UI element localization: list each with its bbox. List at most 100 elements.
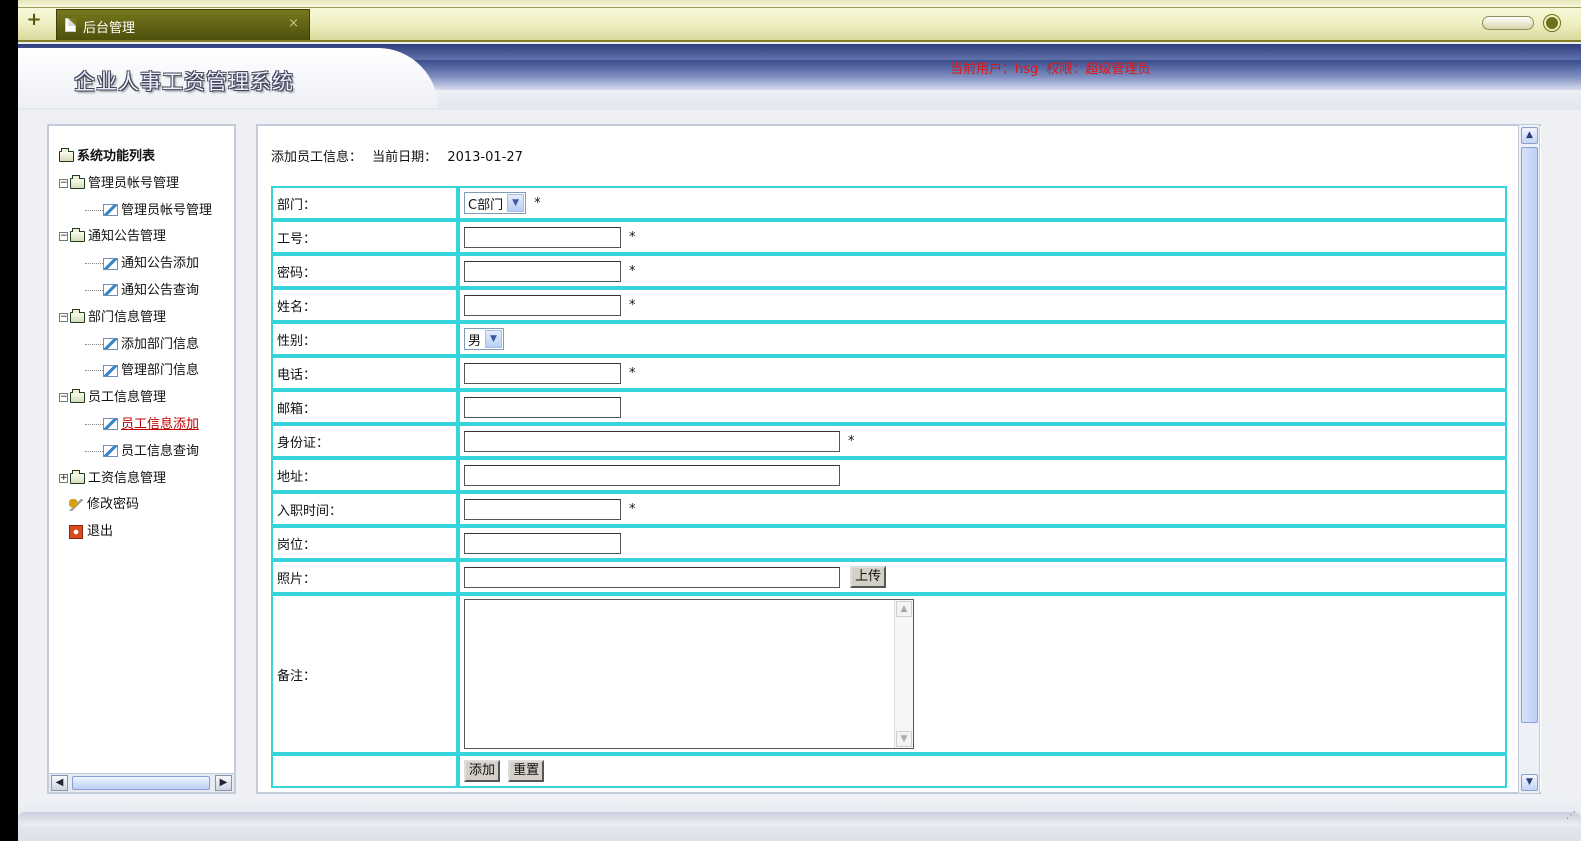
form-row-phone: 电话： *: [271, 356, 1507, 390]
exit-icon: [69, 524, 83, 539]
collapse-icon[interactable]: −: [59, 178, 68, 188]
photo-path-input[interactable]: [464, 566, 840, 588]
phone-input[interactable]: [464, 362, 621, 384]
emp-no-label: 工号：: [271, 220, 458, 254]
tree-item-add-department[interactable]: 添加部门信息: [59, 332, 212, 359]
app-window: + 后台管理 × 企业人事工资管理系统 当前用户：hsg 权限：超级管理员 系统…: [18, 0, 1581, 841]
tree-group-notices[interactable]: − 通知公告管理: [59, 224, 212, 251]
required-mark: *: [629, 263, 636, 279]
id-card-input[interactable]: [464, 430, 840, 452]
id-card-label: 身份证：: [271, 424, 458, 458]
edit-page-icon: [103, 364, 118, 377]
address-input[interactable]: [464, 464, 840, 486]
scrollbar-thumb[interactable]: [72, 776, 210, 790]
tree-item-query-notice[interactable]: 通知公告查询: [59, 278, 212, 305]
scroll-down-arrow-icon[interactable]: ▼: [1521, 774, 1538, 791]
toolbar-pill-control[interactable]: [1482, 16, 1534, 30]
footer-bar: [18, 812, 1581, 826]
email-label: 邮箱：: [271, 390, 458, 424]
tree-item-query-employee[interactable]: 员工信息查询: [59, 439, 212, 466]
tree-item-add-employee[interactable]: 员工信息添加: [59, 412, 212, 439]
edit-page-icon: [103, 445, 118, 458]
form-row-address: 地址：: [271, 458, 1507, 492]
new-tab-plus-icon[interactable]: +: [26, 11, 42, 29]
textarea-scrollbar[interactable]: ▲ ▼: [894, 600, 913, 748]
main-content-panel: 添加员工信息： 当前日期： 2013-01-27 部门： C部门 ▼ * 工号： *…: [256, 124, 1541, 794]
scroll-up-arrow-icon[interactable]: ▲: [1521, 127, 1538, 144]
tab-backend-management[interactable]: 后台管理 ×: [56, 9, 310, 40]
form-header: 添加员工信息： 当前日期： 2013-01-27: [271, 146, 529, 165]
department-cell: C部门 ▼ *: [458, 186, 1507, 220]
date-value: 2013-01-27: [447, 150, 523, 165]
form-row-hire-date: 入职时间： *: [271, 492, 1507, 526]
current-user: 当前用户：hsg: [950, 62, 1039, 77]
email-input[interactable]: [464, 396, 621, 418]
form-row-emp-no: 工号： *: [271, 220, 1507, 254]
gender-select[interactable]: 男 ▼: [464, 328, 505, 350]
tree-group-employees[interactable]: − 员工信息管理: [59, 385, 212, 412]
add-button[interactable]: 添加: [464, 760, 501, 782]
user-info: 当前用户：hsg 权限：超级管理员: [950, 58, 1154, 77]
tab-menu-button[interactable]: [1544, 15, 1560, 31]
tab-close-icon[interactable]: ×: [288, 16, 299, 31]
date-label: 当前日期：: [372, 150, 438, 165]
hire-date-input[interactable]: [464, 498, 621, 520]
actions-label-empty: [271, 754, 458, 788]
edit-page-icon: [103, 204, 118, 217]
folder-open-icon: [70, 389, 85, 404]
tree-group-salary[interactable]: + 工资信息管理: [59, 466, 212, 493]
chevron-down-icon[interactable]: ▼: [507, 194, 525, 212]
form-row-department: 部门： C部门 ▼ *: [271, 186, 1507, 220]
upload-button[interactable]: 上传: [850, 566, 887, 588]
tab-bar: + 后台管理 ×: [18, 0, 1581, 42]
tree-root[interactable]: 系统功能列表: [59, 144, 212, 171]
tree-group-departments[interactable]: − 部门信息管理: [59, 305, 212, 332]
collapse-icon[interactable]: −: [59, 232, 68, 242]
expand-icon[interactable]: +: [59, 473, 68, 483]
name-input[interactable]: [464, 294, 621, 316]
tree-item-add-notice[interactable]: 通知公告添加: [59, 251, 212, 278]
app-footer: ⋰: [18, 796, 1581, 841]
required-mark: *: [629, 365, 636, 381]
form-row-id-card: 身份证： *: [271, 424, 1507, 458]
edit-page-icon: [103, 284, 118, 297]
form-row-remarks: 备注： ▲ ▼: [271, 594, 1507, 754]
remarks-textarea[interactable]: ▲ ▼: [464, 599, 914, 749]
system-title: 企业人事工资管理系统: [74, 70, 294, 94]
tree-item-admin-accounts[interactable]: 管理员帐号管理: [59, 198, 212, 225]
department-label: 部门：: [271, 186, 458, 220]
required-mark: *: [534, 195, 541, 211]
folder-open-icon: [59, 148, 74, 162]
sidebar-horizontal-scrollbar[interactable]: ◀ ▶: [49, 773, 234, 792]
form-row-name: 姓名： *: [271, 288, 1507, 322]
tree-item-logout[interactable]: 退出: [59, 519, 212, 546]
name-label: 姓名：: [271, 288, 458, 322]
tab-bar-top-strip: [18, 0, 1581, 8]
position-input[interactable]: [464, 532, 621, 554]
tree-item-change-password[interactable]: 修改密码: [59, 492, 212, 519]
required-mark: *: [629, 501, 636, 517]
resize-grip-icon[interactable]: ⋰: [1566, 810, 1576, 821]
scroll-up-arrow-icon[interactable]: ▲: [896, 601, 912, 617]
sidebar-panel: 系统功能列表 − 管理员帐号管理 管理员帐号管理 − 通知公告管理 通知公告添加 通…: [47, 124, 236, 794]
scroll-down-arrow-icon[interactable]: ▼: [896, 731, 912, 747]
scrollbar-thumb[interactable]: [1521, 147, 1538, 723]
user-role: 权限：超级管理员: [1046, 62, 1151, 77]
scroll-right-arrow-icon[interactable]: ▶: [215, 775, 232, 791]
tree-item-manage-department[interactable]: 管理部门信息: [59, 358, 212, 385]
gender-label: 性别：: [271, 322, 458, 356]
function-tree: 系统功能列表 − 管理员帐号管理 管理员帐号管理 − 通知公告管理 通知公告添加 通…: [59, 144, 212, 546]
chevron-down-icon[interactable]: ▼: [485, 330, 503, 348]
emp-no-input[interactable]: [464, 226, 621, 248]
folder-closed-icon: [70, 469, 85, 484]
collapse-icon[interactable]: −: [59, 393, 68, 403]
scroll-left-arrow-icon[interactable]: ◀: [51, 775, 68, 791]
reset-button[interactable]: 重置: [508, 760, 545, 782]
password-input[interactable]: [464, 260, 621, 282]
form-row-password: 密码： *: [271, 254, 1507, 288]
main-vertical-scrollbar[interactable]: ▲ ▼: [1518, 124, 1540, 794]
collapse-icon[interactable]: −: [59, 312, 68, 322]
department-select[interactable]: C部门 ▼: [464, 192, 527, 214]
edit-page-icon: [103, 338, 118, 351]
tree-group-admin-accounts[interactable]: − 管理员帐号管理: [59, 171, 212, 198]
